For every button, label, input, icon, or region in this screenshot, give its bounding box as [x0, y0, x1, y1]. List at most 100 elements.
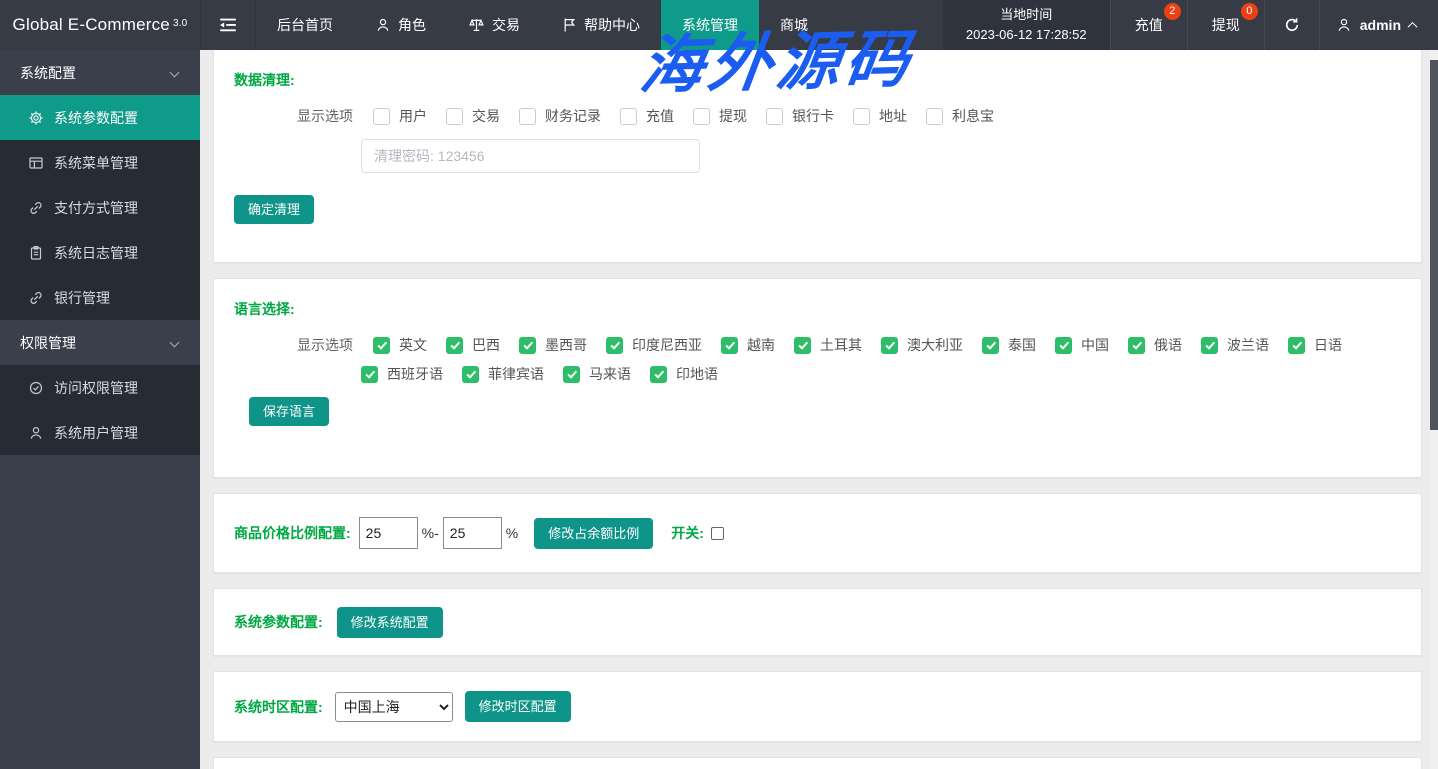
checkbox-label: 菲律宾语	[488, 366, 544, 382]
checkbox-option-user[interactable]: 用户	[373, 106, 427, 126]
sidebar-group-permission-mgmt[interactable]: 权限管理	[0, 320, 200, 365]
checkbox-icon[interactable]	[693, 107, 710, 125]
checkbox-lang-brazil[interactable]: 巴西	[446, 335, 500, 355]
checkbox-lang-vietnam[interactable]: 越南	[721, 335, 775, 355]
sidebar-item-system-param-config[interactable]: 系统参数配置	[0, 95, 200, 140]
sidebar-item-bank-mgmt[interactable]: 银行管理	[0, 275, 200, 320]
checkbox-icon[interactable]	[926, 107, 943, 125]
checkbox-option-bank-card[interactable]: 银行卡	[766, 106, 834, 126]
checkbox-lang-indonesia[interactable]: 印度尼西亚	[606, 335, 702, 355]
checkbox-icon[interactable]	[446, 336, 463, 354]
checkbox-lang-spanish[interactable]: 西班牙语	[361, 364, 443, 384]
nav-tab-role[interactable]: 角色	[354, 0, 447, 50]
sidebar-item-payment-method-mgmt[interactable]: 支付方式管理	[0, 185, 200, 230]
user-menu[interactable]: admin	[1318, 0, 1438, 50]
checkbox-icon[interactable]	[373, 107, 390, 125]
clipboard-icon	[28, 245, 44, 261]
link-icon	[28, 290, 44, 306]
checkbox-lang-russian[interactable]: 俄语	[1128, 335, 1182, 355]
scales-icon	[468, 17, 485, 33]
modify-balance-ratio-button[interactable]: 修改占余额比例	[534, 517, 654, 549]
checkbox-icon[interactable]	[446, 107, 463, 125]
recharge-button[interactable]: 充值 2	[1109, 0, 1187, 50]
checkbox-icon[interactable]	[1201, 336, 1218, 354]
checkbox-label: 中国	[1081, 337, 1109, 353]
checkbox-lang-malay[interactable]: 马来语	[563, 364, 631, 384]
recharge-badge: 2	[1163, 3, 1181, 20]
checkbox-lang-mexico[interactable]: 墨西哥	[519, 335, 587, 355]
checkbox-icon[interactable]	[1288, 336, 1305, 354]
nav-tab-trade[interactable]: 交易	[447, 0, 541, 50]
checkbox-lang-japanese[interactable]: 日语	[1288, 335, 1342, 355]
checkbox-icon[interactable]	[519, 107, 536, 125]
checkbox-icon[interactable]	[563, 365, 580, 383]
nav-tab-help-center[interactable]: 帮助中心	[541, 0, 661, 50]
sidebar-submenu: 访问权限管理 系统用户管理	[0, 365, 200, 455]
nav-tab-system-mgmt[interactable]: 系统管理	[661, 0, 759, 50]
checkbox-lang-australia[interactable]: 澳大利亚	[881, 335, 963, 355]
checkbox-lang-thailand[interactable]: 泰国	[982, 335, 1036, 355]
withdraw-button[interactable]: 提现 0	[1186, 0, 1264, 50]
modify-timezone-button[interactable]: 修改时区配置	[464, 691, 571, 722]
check-icon	[466, 368, 476, 378]
checkbox-option-interest[interactable]: 利息宝	[926, 106, 994, 126]
checkbox-icon[interactable]	[361, 365, 378, 383]
sidebar-group-system-config[interactable]: 系统配置	[0, 50, 200, 95]
checkbox-icon[interactable]	[1055, 336, 1072, 354]
price-ratio-max-input[interactable]	[442, 517, 502, 549]
sidebar-item-label: 系统参数配置	[54, 109, 138, 126]
clean-password-input[interactable]	[361, 139, 700, 173]
sidebar-item-system-log-mgmt[interactable]: 系统日志管理	[0, 230, 200, 275]
checkbox-icon[interactable]	[462, 365, 479, 383]
checkbox-icon[interactable]	[650, 365, 667, 383]
nav-tab-dashboard[interactable]: 后台首页	[256, 0, 354, 50]
checkbox-icon[interactable]	[881, 336, 898, 354]
checkbox-option-withdraw[interactable]: 提现	[693, 106, 747, 126]
save-language-button[interactable]: 保存语言	[249, 397, 330, 426]
confirm-clean-button[interactable]: 确定清理	[234, 195, 315, 224]
sidebar-group-label: 权限管理	[20, 334, 76, 351]
main-content: 数据清理: 显示选项 用户 交易 财务记录 充值 提现 银行卡 地址 利息宝 确…	[200, 50, 1438, 769]
page-scrollbar[interactable]	[1430, 50, 1438, 769]
checkbox-label: 土耳其	[820, 337, 862, 353]
checkbox-icon[interactable]	[519, 336, 536, 354]
checkbox-icon[interactable]	[1128, 336, 1145, 354]
checkbox-option-trade[interactable]: 交易	[446, 106, 500, 126]
user-icon	[375, 17, 391, 33]
sidebar-toggle-button[interactable]	[200, 0, 256, 50]
sidebar-item-access-permission-mgmt[interactable]: 访问权限管理	[0, 365, 200, 410]
next-card-partial	[213, 757, 1422, 769]
checkbox-lang-china[interactable]: 中国	[1055, 335, 1109, 355]
sidebar-item-system-menu-mgmt[interactable]: 系统菜单管理	[0, 140, 200, 185]
checkbox-lang-hindi[interactable]: 印地语	[650, 364, 718, 384]
checkbox-icon[interactable]	[620, 107, 637, 125]
check-icon	[450, 339, 460, 349]
checkbox-lang-english[interactable]: 英文	[373, 335, 427, 355]
switch-checkbox[interactable]	[710, 526, 724, 540]
checkbox-lang-turkey[interactable]: 土耳其	[794, 335, 862, 355]
sidebar-item-label: 系统用户管理	[54, 424, 138, 441]
nav-tab-mall[interactable]: 商城	[759, 0, 829, 50]
language-options-row-2: 西班牙语 菲律宾语 马来语 印地语	[361, 364, 1421, 384]
checkbox-icon[interactable]	[721, 336, 738, 354]
checkbox-option-finance-record[interactable]: 财务记录	[519, 106, 601, 126]
checkbox-icon[interactable]	[373, 336, 390, 354]
scrollbar-thumb[interactable]	[1430, 60, 1438, 430]
section-title: 语言选择:	[234, 301, 295, 317]
nav-tab-label: 交易	[492, 17, 520, 33]
checkbox-lang-filipino[interactable]: 菲律宾语	[462, 364, 544, 384]
checkbox-icon[interactable]	[766, 107, 783, 125]
checkbox-lang-polish[interactable]: 波兰语	[1201, 335, 1269, 355]
checkbox-icon[interactable]	[794, 336, 811, 354]
timezone-select[interactable]: 中国上海	[334, 691, 453, 722]
sidebar-item-system-user-mgmt[interactable]: 系统用户管理	[0, 410, 200, 455]
refresh-button[interactable]	[1263, 0, 1319, 50]
modify-system-config-button[interactable]: 修改系统配置	[336, 606, 443, 638]
checkbox-icon[interactable]	[982, 336, 999, 354]
checkbox-option-address[interactable]: 地址	[853, 106, 907, 126]
checkbox-icon[interactable]	[853, 107, 870, 125]
price-ratio-min-input[interactable]	[358, 517, 418, 549]
checkbox-option-recharge[interactable]: 充值	[620, 106, 674, 126]
user-icon	[1336, 17, 1352, 33]
checkbox-icon[interactable]	[606, 336, 623, 354]
